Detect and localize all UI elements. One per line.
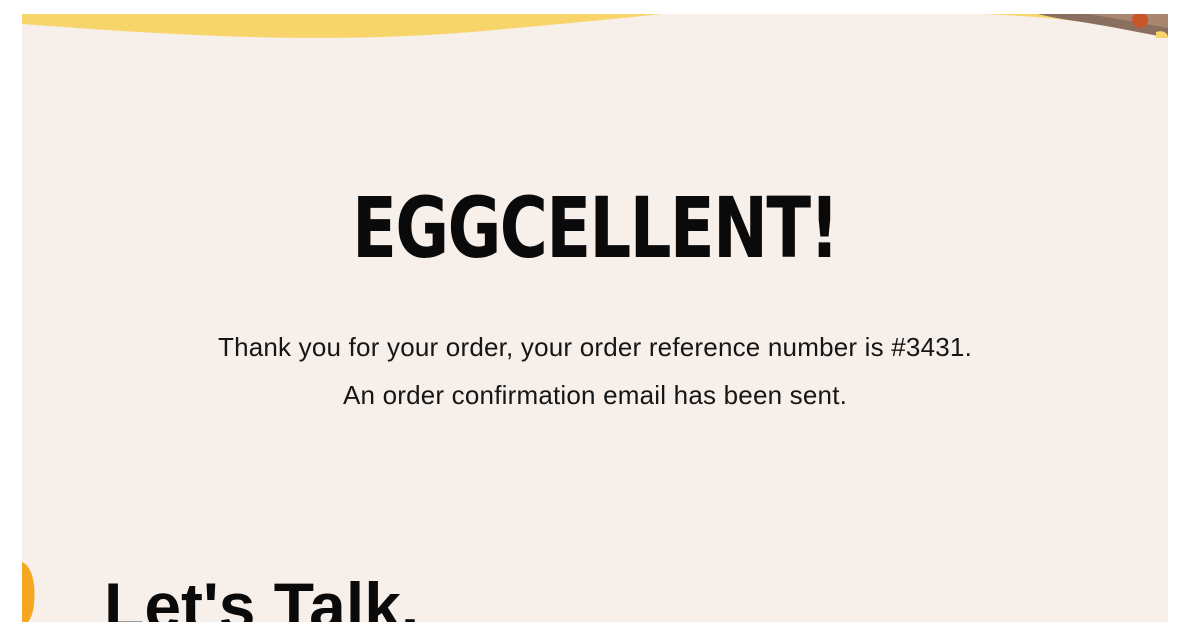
decorative-food-photo — [1038, 14, 1168, 38]
order-reference-message: Thank you for your order, your order ref… — [218, 332, 972, 362]
email-sent-message: An order confirmation email has been sen… — [342, 380, 848, 410]
confirmation-headline: EGGCELLENT! — [352, 179, 839, 277]
confirmation-page: EGGCELLENT! Thank you for your order, yo… — [22, 14, 1168, 622]
decorative-orange-shape — [22, 562, 35, 622]
contact-section-title: Let's Talk. — [104, 569, 420, 622]
decorative-yellow-wave — [22, 14, 1168, 38]
